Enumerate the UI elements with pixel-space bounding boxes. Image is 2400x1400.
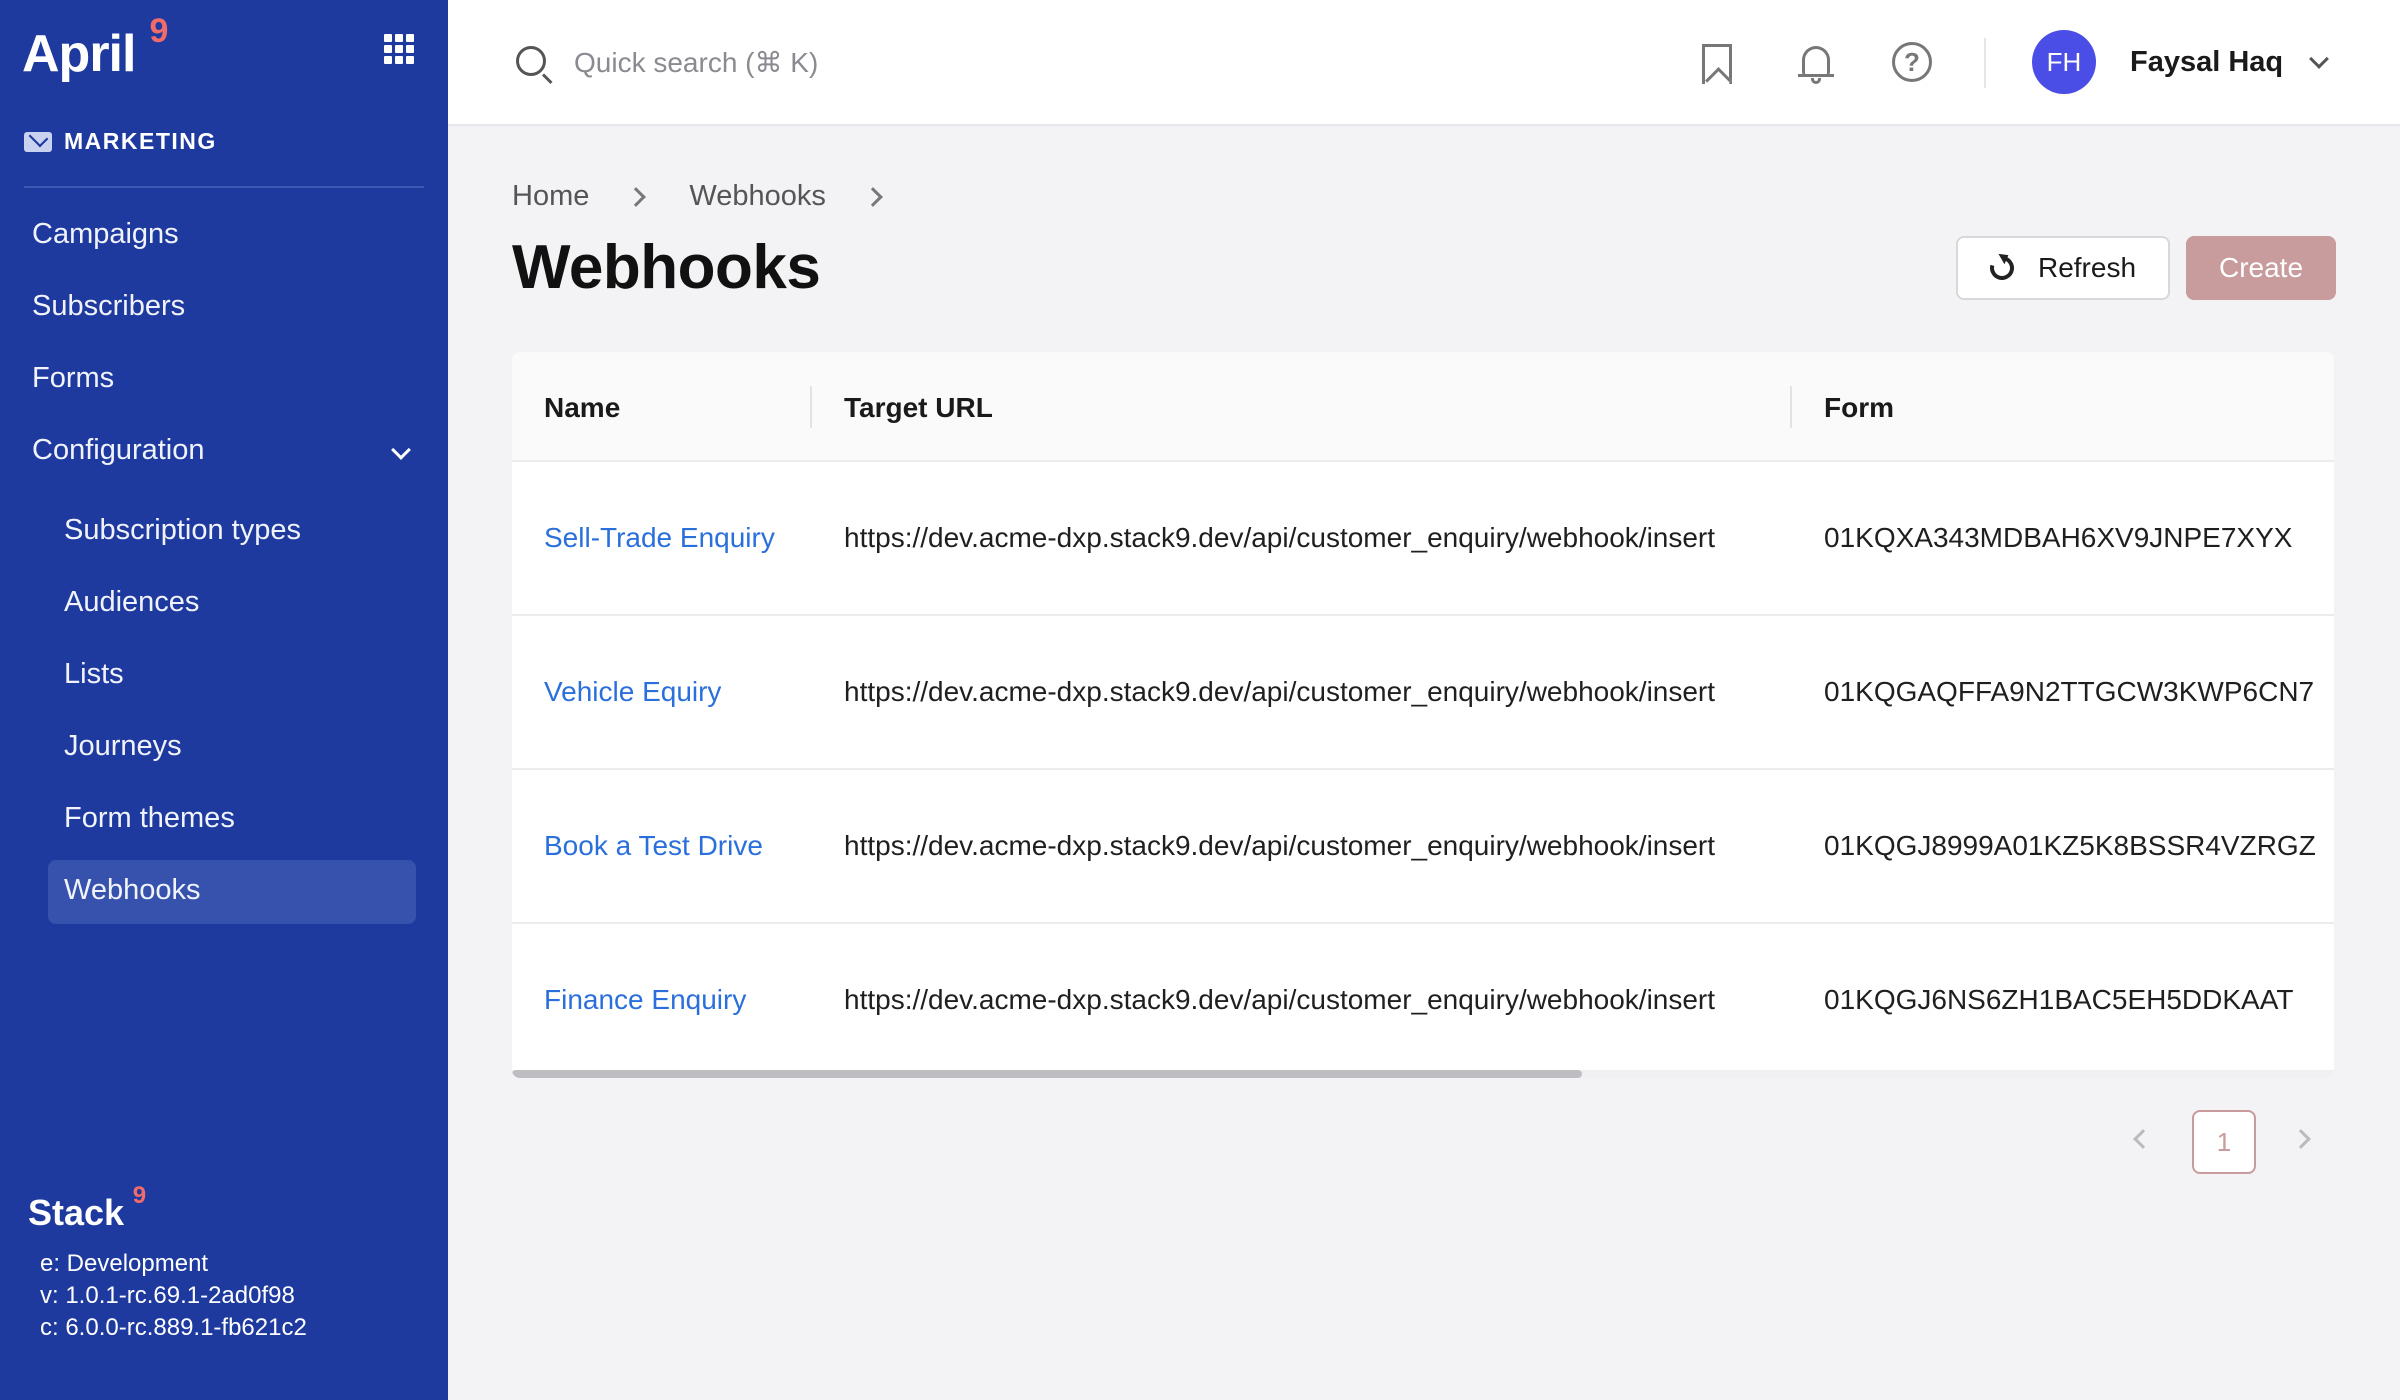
stack-logo: Stack 9 bbox=[28, 1182, 146, 1234]
pagination-next-icon[interactable] bbox=[2291, 1129, 2311, 1149]
form-id: 01KQGJ6NS6ZH1BAC5EH5DDKAAT bbox=[1824, 984, 2294, 1015]
column-divider[interactable] bbox=[1790, 386, 1792, 428]
env-info: e: Development bbox=[40, 1250, 209, 1277]
version-info: v: 1.0.1-rc.69.1-2ad0f98 bbox=[40, 1282, 295, 1309]
chevron-right-icon bbox=[626, 186, 647, 207]
column-divider[interactable] bbox=[810, 386, 812, 428]
form-id: 01KQGAQFFA9N2TTGCW3KWP6CN7 bbox=[1824, 676, 2315, 707]
webhooks-table: Name Target URL Form Sell-Trade Enquiry … bbox=[512, 352, 2334, 1078]
refresh-label: Refresh bbox=[2037, 252, 2137, 283]
scrollbar-thumb[interactable] bbox=[512, 1070, 1582, 1078]
sidebar-item-subscribers[interactable]: Subscribers bbox=[32, 290, 185, 323]
bell-icon[interactable] bbox=[1798, 42, 1834, 84]
sidebar-item-subscription-types[interactable]: Subscription types bbox=[64, 514, 301, 547]
refresh-button[interactable]: Refresh bbox=[1956, 236, 2170, 300]
table-row: Finance Enquiry https://dev.acme-dxp.sta… bbox=[512, 924, 2334, 1078]
brand-superscript: 9 bbox=[149, 12, 169, 50]
avatar[interactable]: FH bbox=[2032, 30, 2096, 94]
chevron-down-icon[interactable] bbox=[2309, 49, 2329, 69]
sidebar-item-forms[interactable]: Forms bbox=[32, 362, 114, 395]
apps-grid-icon[interactable] bbox=[384, 34, 414, 64]
top-header: ? FH Faysal Haq bbox=[448, 0, 2400, 126]
refresh-icon bbox=[1985, 251, 2019, 285]
breadcrumb-home[interactable]: Home bbox=[512, 180, 589, 213]
april-logo[interactable]: April 9 bbox=[22, 12, 168, 84]
table-row: Book a Test Drive https://dev.acme-dxp.s… bbox=[512, 770, 2334, 924]
sidebar-item-journeys[interactable]: Journeys bbox=[64, 730, 182, 763]
webhook-name-link[interactable]: Finance Enquiry bbox=[544, 984, 746, 1016]
breadcrumb-webhooks[interactable]: Webhooks bbox=[689, 180, 826, 213]
horizontal-scrollbar[interactable] bbox=[512, 1070, 2334, 1078]
chevron-right-icon bbox=[862, 186, 883, 207]
column-header-target-url[interactable]: Target URL bbox=[844, 392, 993, 424]
mail-icon bbox=[24, 131, 52, 152]
target-url: https://dev.acme-dxp.stack9.dev/api/cust… bbox=[844, 676, 1716, 707]
sidebar-item-configuration[interactable]: Configuration bbox=[32, 434, 205, 467]
sidebar-item-webhooks[interactable]: Webhooks bbox=[64, 874, 201, 907]
pagination-page-current[interactable]: 1 bbox=[2192, 1110, 2256, 1174]
section-divider bbox=[24, 186, 424, 188]
webhook-name-link[interactable]: Vehicle Equiry bbox=[544, 676, 721, 708]
webhook-name-link[interactable]: Sell-Trade Enquiry bbox=[544, 522, 775, 554]
form-id: 01KQXA343MDBAH6XV9JNPE7XYX bbox=[1824, 522, 2293, 553]
target-url: https://dev.acme-dxp.stack9.dev/api/cust… bbox=[844, 830, 1716, 861]
stack-brand-superscript: 9 bbox=[132, 1182, 147, 1209]
core-version-info: c: 6.0.0-rc.889.1-fb621c2 bbox=[40, 1314, 307, 1341]
table-header: Name Target URL Form bbox=[512, 352, 2334, 462]
chevron-down-icon[interactable] bbox=[391, 440, 411, 460]
column-header-name[interactable]: Name bbox=[544, 392, 620, 424]
table-row: Vehicle Equiry https://dev.acme-dxp.stac… bbox=[512, 616, 2334, 770]
column-header-form[interactable]: Form bbox=[1824, 392, 1894, 424]
section-marketing: MARKETING bbox=[24, 128, 217, 155]
sidebar-item-form-themes[interactable]: Form themes bbox=[64, 802, 235, 835]
sidebar: April 9 MARKETING Campaigns Subscribers F… bbox=[0, 0, 448, 1400]
quick-search-input[interactable] bbox=[574, 40, 1074, 86]
bookmark-icon[interactable] bbox=[1702, 44, 1732, 84]
sidebar-item-campaigns[interactable]: Campaigns bbox=[32, 218, 179, 251]
search-icon bbox=[516, 46, 546, 76]
form-id: 01KQGJ8999A01KZ5K8BSSR4VZRGZ bbox=[1824, 830, 2316, 861]
brand-name: April bbox=[22, 25, 136, 83]
help-icon[interactable]: ? bbox=[1892, 42, 1932, 82]
table-row: Sell-Trade Enquiry https://dev.acme-dxp.… bbox=[512, 462, 2334, 616]
page-title: Webhooks bbox=[512, 233, 821, 302]
create-button[interactable]: Create bbox=[2186, 236, 2336, 300]
target-url: https://dev.acme-dxp.stack9.dev/api/cust… bbox=[844, 984, 1716, 1015]
section-label: MARKETING bbox=[64, 128, 217, 154]
pagination-prev-icon[interactable] bbox=[2133, 1129, 2153, 1149]
user-name[interactable]: Faysal Haq bbox=[2130, 46, 2283, 79]
webhook-name-link[interactable]: Book a Test Drive bbox=[544, 830, 763, 862]
sidebar-item-lists[interactable]: Lists bbox=[64, 658, 124, 691]
header-divider bbox=[1984, 38, 1986, 88]
sidebar-item-audiences[interactable]: Audiences bbox=[64, 586, 199, 619]
target-url: https://dev.acme-dxp.stack9.dev/api/cust… bbox=[844, 522, 1716, 553]
breadcrumb: Home Webhooks bbox=[512, 180, 926, 213]
stack-brand-name: Stack bbox=[28, 1192, 125, 1233]
